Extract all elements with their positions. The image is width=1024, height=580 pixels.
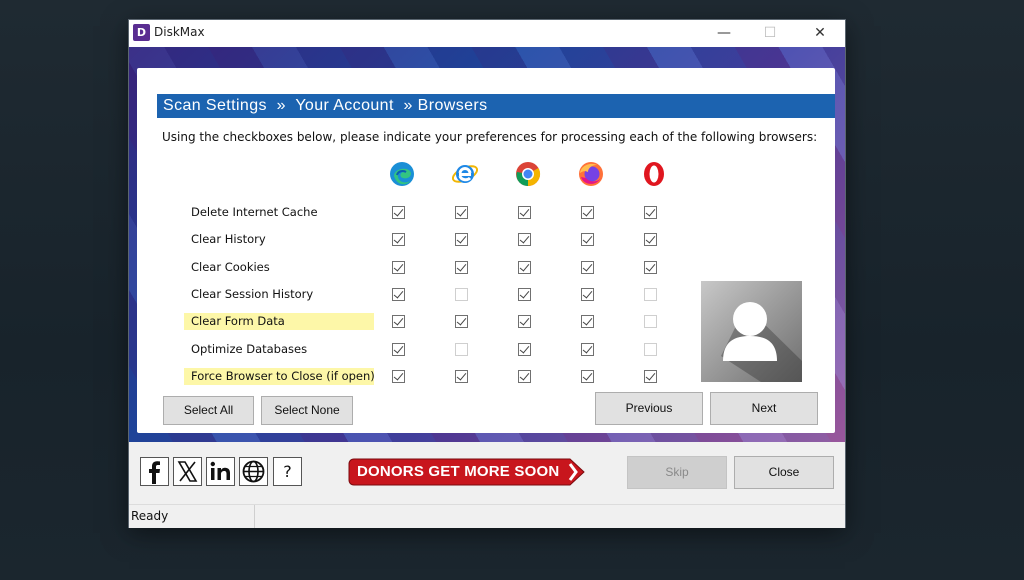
- option-label: Clear History: [191, 232, 266, 246]
- website-button[interactable]: [239, 457, 268, 486]
- background-banner: Scan Settings » Your Account » Browsers …: [129, 47, 845, 442]
- window-title: DiskMax: [154, 25, 205, 39]
- checkbox-internet-explorer[interactable]: [455, 315, 468, 328]
- user-avatar: [701, 281, 802, 382]
- status-separator: [254, 505, 255, 528]
- close-window-button[interactable]: ✕: [797, 20, 843, 47]
- chrome-icon: [516, 162, 541, 186]
- diskmax-window: D DiskMax — ☐ ✕ Scan Settings » Your Acc…: [129, 20, 845, 528]
- checkbox-edge[interactable]: [392, 206, 405, 219]
- settings-panel: Scan Settings » Your Account » Browsers …: [137, 68, 835, 433]
- checkbox-opera[interactable]: [644, 261, 657, 274]
- option-label: Optimize Databases: [191, 342, 308, 356]
- checkbox-chrome[interactable]: [518, 343, 531, 356]
- checkbox-chrome[interactable]: [518, 315, 531, 328]
- donors-banner[interactable]: DONORS GET MORE SOON: [348, 458, 586, 486]
- checkbox-chrome[interactable]: [518, 288, 531, 301]
- bottom-toolbar: ? DONORS GET MORE SOON Skip Close: [129, 442, 845, 504]
- checkbox-firefox[interactable]: [581, 261, 594, 274]
- diskmax-app-icon: D: [133, 24, 150, 41]
- checkbox-firefox[interactable]: [581, 343, 594, 356]
- checkbox-opera[interactable]: [644, 288, 657, 301]
- checkbox-chrome[interactable]: [518, 206, 531, 219]
- option-label: Delete Internet Cache: [191, 205, 318, 219]
- select-none-button[interactable]: Select None: [261, 396, 353, 425]
- opera-icon: [644, 162, 664, 186]
- checkbox-internet-explorer[interactable]: [455, 370, 468, 383]
- option-label: Clear Session History: [191, 287, 314, 301]
- skip-button[interactable]: Skip: [627, 456, 727, 489]
- x-button[interactable]: [173, 457, 202, 486]
- checkbox-edge[interactable]: [392, 370, 405, 383]
- checkbox-internet-explorer[interactable]: [455, 288, 468, 301]
- next-button[interactable]: Next: [710, 392, 818, 425]
- breadcrumb: Scan Settings » Your Account » Browsers: [157, 94, 835, 118]
- firefox-icon: [579, 162, 603, 186]
- close-button[interactable]: Close: [734, 456, 834, 489]
- title-bar: D DiskMax — ☐ ✕: [129, 20, 845, 48]
- checkbox-firefox[interactable]: [581, 315, 594, 328]
- internet-explorer-icon: [452, 165, 478, 183]
- checkbox-edge[interactable]: [392, 261, 405, 274]
- checkbox-opera[interactable]: [644, 343, 657, 356]
- checkbox-firefox[interactable]: [581, 206, 594, 219]
- checkbox-edge[interactable]: [392, 315, 405, 328]
- checkbox-firefox[interactable]: [581, 370, 594, 383]
- facebook-icon: [149, 461, 160, 484]
- select-all-button[interactable]: Select All: [163, 396, 254, 425]
- checkbox-opera[interactable]: [644, 206, 657, 219]
- checkbox-opera[interactable]: [644, 233, 657, 246]
- maximize-button[interactable]: ☐: [747, 20, 793, 47]
- checkbox-edge[interactable]: [392, 233, 405, 246]
- option-label: Clear Cookies: [191, 260, 270, 274]
- checkbox-opera[interactable]: [644, 370, 657, 383]
- help-button[interactable]: ?: [273, 457, 302, 486]
- option-label: Clear Form Data: [184, 313, 374, 330]
- x-icon: [177, 461, 198, 482]
- minimize-button[interactable]: —: [701, 20, 747, 47]
- checkbox-internet-explorer[interactable]: [455, 206, 468, 219]
- edge-icon: [390, 162, 414, 186]
- checkbox-firefox[interactable]: [581, 233, 594, 246]
- checkbox-chrome[interactable]: [518, 233, 531, 246]
- user-avatar-icon: [721, 302, 802, 382]
- checkbox-firefox[interactable]: [581, 288, 594, 301]
- checkbox-internet-explorer[interactable]: [455, 343, 468, 356]
- globe-icon: [242, 460, 265, 483]
- checkbox-chrome[interactable]: [518, 261, 531, 274]
- option-label: Force Browser to Close (if open): [184, 368, 375, 385]
- checkbox-edge[interactable]: [392, 288, 405, 301]
- checkbox-edge[interactable]: [392, 343, 405, 356]
- previous-button[interactable]: Previous: [595, 392, 703, 425]
- instructions-text: Using the checkboxes below, please indic…: [162, 130, 818, 144]
- checkbox-internet-explorer[interactable]: [455, 261, 468, 274]
- facebook-button[interactable]: [140, 457, 169, 486]
- donors-banner-text: DONORS GET MORE SOON: [357, 463, 560, 480]
- status-bar: Ready: [129, 504, 845, 528]
- checkbox-opera[interactable]: [644, 315, 657, 328]
- linkedin-button[interactable]: [206, 457, 235, 486]
- checkbox-chrome[interactable]: [518, 370, 531, 383]
- status-text: Ready: [131, 509, 169, 523]
- linkedin-icon: [210, 461, 230, 480]
- checkbox-internet-explorer[interactable]: [455, 233, 468, 246]
